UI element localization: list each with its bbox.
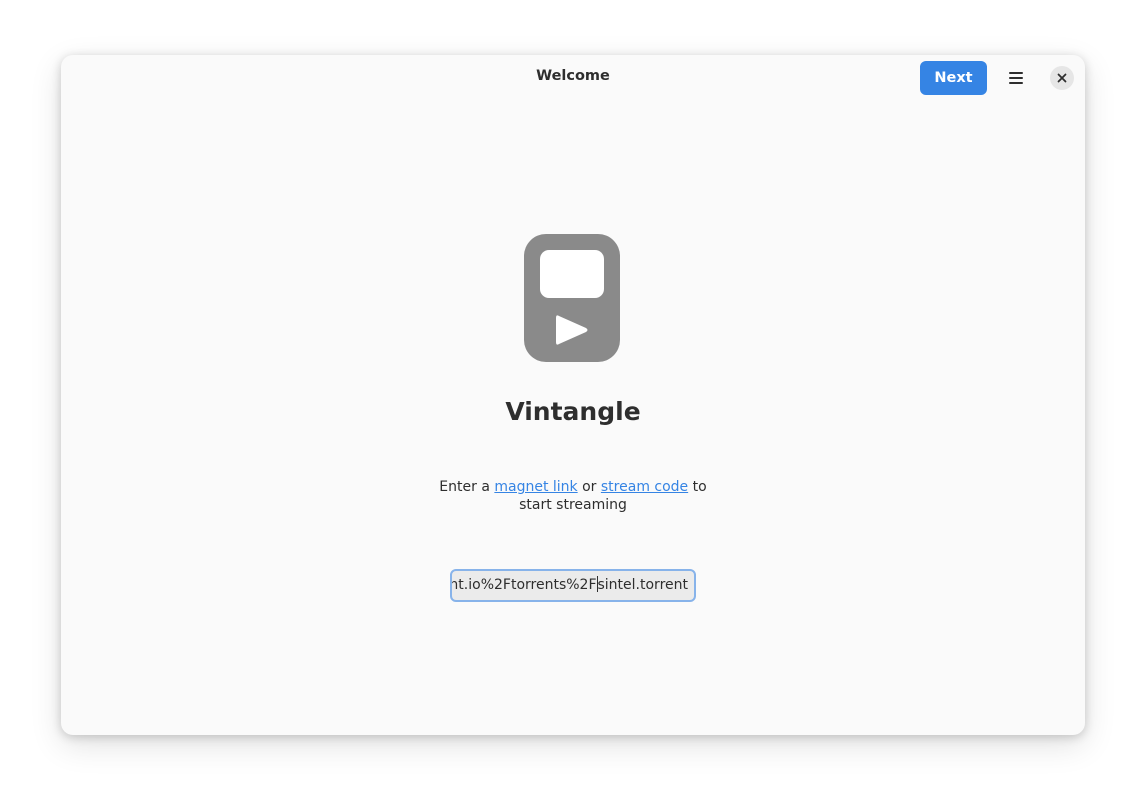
next-button[interactable]: Next (920, 61, 987, 95)
close-icon (1057, 73, 1067, 83)
instructions-middle: or (577, 479, 601, 495)
app-name: Vintangle (505, 397, 641, 426)
stream-input-value: nt.io%2Ftorrents%2Fsintel.torrent (450, 576, 689, 593)
stream-input[interactable]: nt.io%2Ftorrents%2Fsintel.torrent (450, 569, 696, 602)
input-text-after-caret: sintel.torrent (597, 577, 689, 593)
close-window-button[interactable] (1050, 66, 1074, 90)
stream-code-link[interactable]: stream code (601, 479, 688, 495)
main-menu-button[interactable] (999, 61, 1033, 95)
instructions-prefix: Enter a (439, 479, 495, 495)
input-text-before-caret: nt.io%2Ftorrents%2F (450, 577, 597, 593)
welcome-window: Welcome Next Vintangle Enter a magnet li… (61, 55, 1085, 735)
header-bar: Welcome Next (61, 55, 1085, 101)
video-player-icon (524, 234, 620, 362)
magnet-link[interactable]: magnet link (494, 479, 577, 495)
hamburger-menu-icon (1009, 72, 1023, 84)
instructions-text: Enter a magnet link or stream code to st… (423, 478, 723, 514)
